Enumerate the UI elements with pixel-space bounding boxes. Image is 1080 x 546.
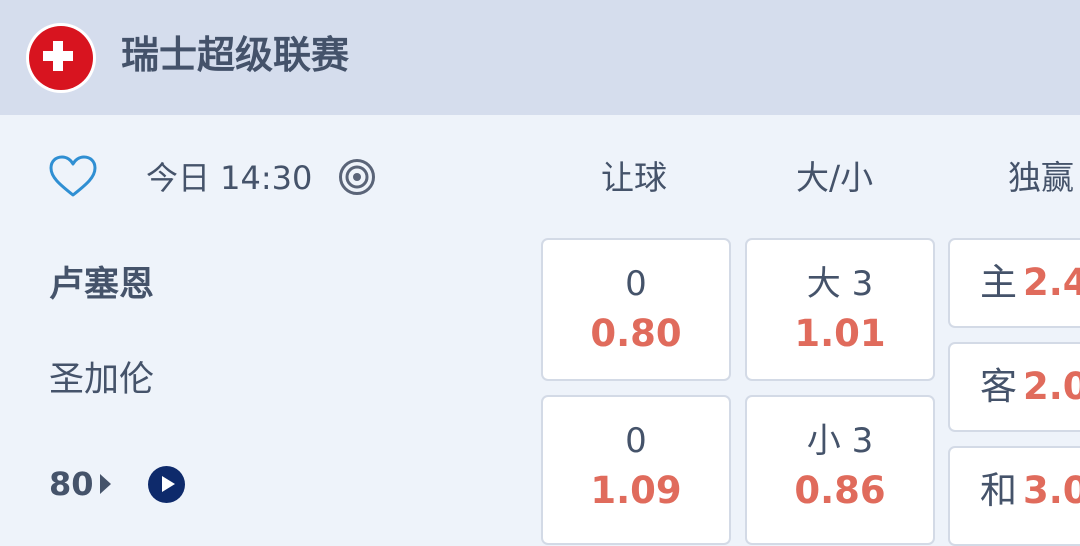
odds-value: 1.01	[794, 312, 886, 355]
column-header-moneyline: 独赢	[1008, 158, 1074, 197]
odds-cell-handicap-home[interactable]: 0 0.80	[541, 238, 731, 381]
over-line: 大 3	[806, 264, 874, 304]
match-minute: 80	[49, 465, 94, 503]
moneyline-away-label: 客	[980, 365, 1017, 408]
handicap-line: 0	[625, 421, 647, 461]
away-team-name: 圣加伦	[49, 360, 155, 400]
play-video-icon[interactable]	[148, 466, 185, 503]
match-time: 今日 14:30	[146, 159, 313, 197]
handicap-line: 0	[625, 264, 647, 304]
odds-cell-moneyline-draw[interactable]: 和 3.0	[948, 446, 1080, 546]
switzerland-flag-icon	[26, 23, 96, 93]
live-stats-target-icon[interactable]	[338, 158, 376, 196]
odds-cell-moneyline-away[interactable]: 客 2.0	[948, 342, 1080, 432]
minute-arrow-icon	[100, 474, 111, 494]
odds-value: 0.80	[590, 312, 682, 355]
odds-cell-handicap-away[interactable]: 0 1.09	[541, 395, 731, 545]
moneyline-draw-label: 和	[980, 469, 1017, 512]
column-header-over-under: 大/小	[796, 158, 874, 197]
league-title: 瑞士超级联赛	[121, 33, 350, 77]
odds-cell-moneyline-home[interactable]: 主 2.4	[948, 238, 1080, 328]
odds-value: 2.4	[1023, 261, 1080, 304]
odds-value: 2.0	[1023, 365, 1080, 408]
odds-value: 3.0	[1023, 469, 1080, 512]
moneyline-home-label: 主	[980, 261, 1017, 304]
odds-value: 1.09	[590, 469, 682, 512]
odds-value: 0.86	[794, 469, 886, 512]
league-header[interactable]: 瑞士超级联赛	[0, 0, 1080, 115]
under-line: 小 3	[806, 421, 874, 461]
odds-cell-over[interactable]: 大 3 1.01	[745, 238, 935, 381]
favorite-heart-icon[interactable]	[49, 155, 97, 199]
column-header-handicap: 让球	[601, 158, 667, 197]
home-team-name: 卢塞恩	[49, 265, 155, 305]
odds-cell-under[interactable]: 小 3 0.86	[745, 395, 935, 545]
